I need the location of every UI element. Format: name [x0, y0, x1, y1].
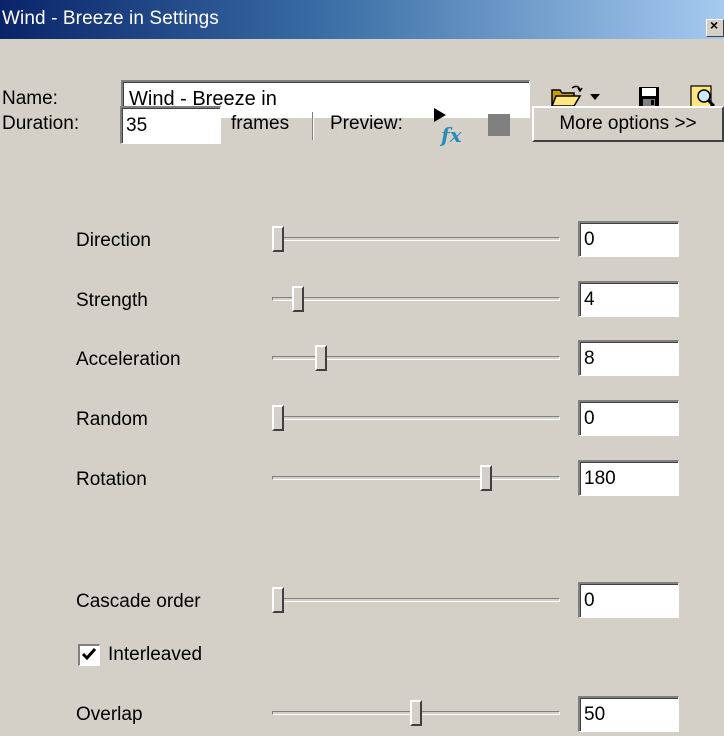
strength-slider-thumb[interactable]	[292, 286, 304, 312]
cascade-order-slider-thumb[interactable]	[272, 587, 284, 613]
cascade-order-label: Cascade order	[76, 591, 201, 612]
window-title: Wind - Breeze in Settings	[2, 8, 219, 29]
close-icon: ×	[710, 19, 719, 33]
strength-slider-track[interactable]	[272, 297, 560, 301]
acceleration-label: Acceleration	[76, 349, 181, 370]
duration-label: Duration:	[2, 113, 80, 134]
more-options-button[interactable]: More options >>	[532, 106, 724, 142]
interleaved-checkbox[interactable]	[78, 644, 100, 666]
acceleration-value-input[interactable]	[578, 340, 679, 376]
close-button[interactable]: ×	[706, 19, 724, 37]
acceleration-slider-thumb[interactable]	[315, 345, 327, 371]
toolbar-separator	[312, 112, 314, 140]
duration-input[interactable]	[120, 106, 221, 144]
stop-icon[interactable]	[488, 114, 510, 136]
save-disk-icon[interactable]	[638, 86, 660, 108]
frames-label: frames	[231, 113, 290, 134]
preview-fx-icon[interactable]: fx	[432, 106, 466, 146]
rotation-slider-thumb[interactable]	[480, 465, 492, 491]
random-slider-track[interactable]	[272, 416, 560, 420]
name-label: Name:	[2, 88, 58, 109]
checkmark-icon	[81, 648, 97, 661]
strength-value-input[interactable]	[578, 281, 679, 317]
random-slider-thumb[interactable]	[272, 405, 284, 431]
random-label: Random	[76, 409, 148, 430]
strength-label: Strength	[76, 290, 148, 311]
overlap-label: Overlap	[76, 704, 143, 725]
dropdown-arrow-icon[interactable]	[590, 94, 600, 101]
preview-label: Preview:	[330, 113, 403, 134]
rotation-slider-track[interactable]	[272, 476, 560, 480]
rotation-label: Rotation	[76, 469, 147, 490]
title-bar: Wind - Breeze in Settings ×	[0, 0, 724, 39]
direction-slider-track[interactable]	[272, 237, 560, 241]
direction-value-input[interactable]	[578, 221, 679, 257]
direction-label: Direction	[76, 230, 151, 251]
interleaved-label: Interleaved	[108, 644, 203, 665]
cascade-order-value-input[interactable]	[578, 582, 679, 618]
overlap-value-input[interactable]	[578, 696, 679, 732]
overlap-slider-thumb[interactable]	[410, 700, 422, 726]
random-value-input[interactable]	[578, 400, 679, 436]
svg-text:fx: fx	[439, 123, 463, 146]
cascade-order-slider-track[interactable]	[272, 598, 560, 602]
rotation-value-input[interactable]	[578, 460, 679, 496]
direction-slider-thumb[interactable]	[272, 226, 284, 252]
